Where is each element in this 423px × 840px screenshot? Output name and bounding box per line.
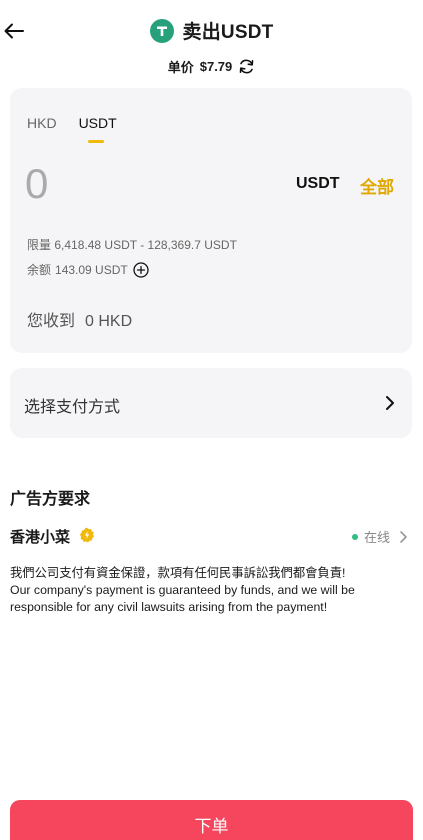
refresh-icon[interactable] bbox=[238, 58, 255, 75]
currency-tabs: HKD USDT bbox=[27, 115, 139, 131]
online-status: 在线 bbox=[351, 527, 408, 546]
advertiser-section-title: 广告方要求 bbox=[10, 491, 91, 508]
receive-row: 您收到 0 HKD bbox=[27, 307, 132, 331]
price-label: 单价 bbox=[167, 60, 194, 75]
tether-icon bbox=[149, 18, 174, 43]
active-tab-indicator bbox=[88, 140, 104, 143]
amount-card: HKD USDT 0 USDT 全部 限量 6,418.48 USDT - 12… bbox=[10, 88, 412, 353]
tab-hkd[interactable]: HKD bbox=[27, 115, 57, 131]
advertiser-row[interactable]: 香港小菜 在线 bbox=[10, 525, 408, 547]
receive-label: 您收到 bbox=[27, 313, 76, 330]
chevron-right-icon bbox=[384, 393, 396, 413]
limit-value: 6,418.48 USDT - 128,369.7 USDT bbox=[54, 238, 237, 252]
payment-method-selector[interactable]: 选择支付方式 bbox=[10, 368, 412, 438]
unit-price-row: 单价 $7.79 bbox=[0, 57, 423, 76]
price-value: $7.79 bbox=[199, 59, 233, 74]
advertiser-remarks: 我們公司支付有資金保證，款項有任何民事訴訟我們都會負責! Our company… bbox=[10, 565, 415, 616]
remark-english: Our company's payment is guaranteed by f… bbox=[10, 583, 355, 614]
payment-method-label: 选择支付方式 bbox=[24, 399, 121, 416]
all-button[interactable]: 全部 bbox=[360, 173, 394, 198]
page-title: 卖出USDT bbox=[182, 22, 274, 43]
plus-circle-icon[interactable] bbox=[133, 261, 149, 278]
verified-badge-icon bbox=[79, 527, 95, 543]
balance-label: 余额 bbox=[27, 263, 52, 277]
place-order-label: 下单 bbox=[194, 817, 229, 836]
receive-value: 0 HKD bbox=[85, 313, 133, 330]
amount-input[interactable]: 0 bbox=[25, 160, 48, 208]
remark-chinese: 我們公司支付有資金保證，款項有任何民事訴訟我們都會負責! bbox=[10, 566, 346, 580]
online-status-label: 在线 bbox=[363, 530, 390, 545]
chevron-right-icon bbox=[398, 530, 408, 544]
sell-usdt-page: 卖出USDT 单价 $7.79 HKD USDT 0 USDT 全部 限量 6,… bbox=[0, 0, 423, 840]
balance-value: 143.09 USDT bbox=[55, 262, 128, 277]
amount-unit: USDT bbox=[296, 175, 340, 192]
tab-usdt[interactable]: USDT bbox=[79, 115, 117, 131]
advertiser-name[interactable]: 香港小菜 bbox=[10, 526, 70, 547]
limit-label: 限量 bbox=[27, 238, 52, 252]
balance-row: 余额 143.09 USDT bbox=[27, 261, 149, 278]
header: 卖出USDT 单价 $7.79 bbox=[0, 0, 423, 75]
title-wrap: 卖出USDT bbox=[0, 17, 423, 44]
place-order-button[interactable]: 下单 bbox=[10, 800, 413, 840]
online-dot bbox=[351, 533, 358, 540]
limit-row: 限量 6,418.48 USDT - 128,369.7 USDT bbox=[27, 236, 237, 253]
